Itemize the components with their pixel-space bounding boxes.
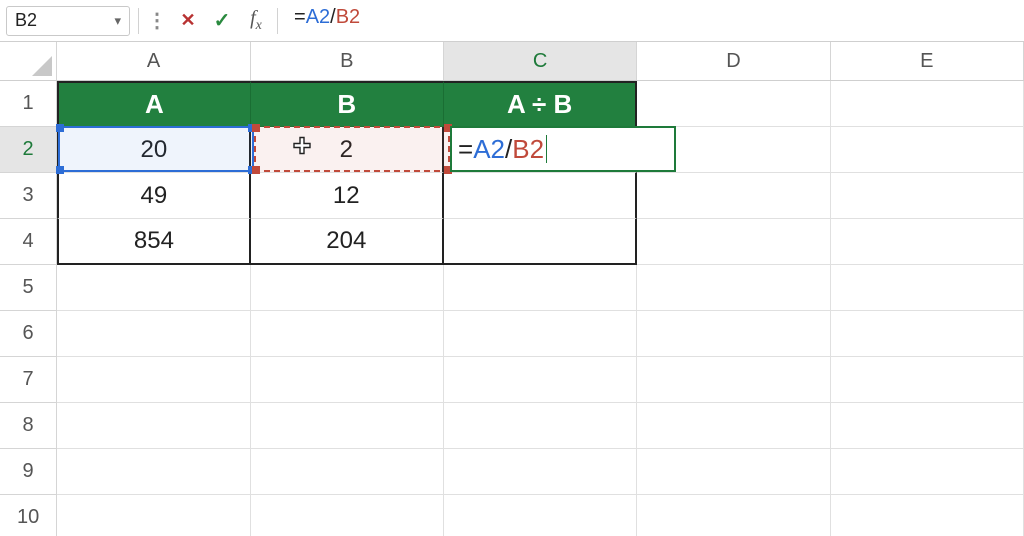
cell-B6[interactable] xyxy=(251,311,444,357)
cell-D8[interactable] xyxy=(637,403,830,449)
cell-C4[interactable] xyxy=(444,219,637,265)
cell-B2[interactable]: 2 xyxy=(251,127,444,173)
spreadsheet-grid[interactable]: A B C D E 1 A B A ÷ B 2 20 2 xyxy=(0,42,1024,536)
table-header-A[interactable]: A xyxy=(57,81,250,127)
cell-D4[interactable] xyxy=(637,219,830,265)
col-head-D[interactable]: D xyxy=(637,42,830,80)
cell-A7[interactable] xyxy=(57,357,250,403)
row-head-6[interactable]: 6 xyxy=(0,311,57,357)
cell-E8[interactable] xyxy=(831,403,1024,449)
cell-D5[interactable] xyxy=(637,265,830,311)
formula-part-eq: = xyxy=(294,6,306,28)
cell-A4[interactable]: 854 xyxy=(57,219,250,265)
edit-part-refA: A2 xyxy=(473,134,505,165)
cell-D10[interactable] xyxy=(637,495,830,536)
col-head-C[interactable]: C xyxy=(444,42,637,80)
cell-E7[interactable] xyxy=(831,357,1024,403)
cell-C6[interactable] xyxy=(444,311,637,357)
edit-part-refB: B2 xyxy=(512,134,544,165)
cell-E4[interactable] xyxy=(831,219,1024,265)
cell-E9[interactable] xyxy=(831,449,1024,495)
cell-C3[interactable] xyxy=(444,173,637,219)
cell-A6[interactable] xyxy=(57,311,250,357)
cell-D1[interactable] xyxy=(637,81,830,127)
select-all-corner[interactable] xyxy=(0,42,57,80)
cell-C10[interactable] xyxy=(444,495,637,536)
cell-E3[interactable] xyxy=(831,173,1024,219)
row-head-7[interactable]: 7 xyxy=(0,357,57,403)
text-caret xyxy=(546,135,547,163)
row: 7 xyxy=(0,357,1024,403)
cell-A2[interactable]: 20 xyxy=(57,127,250,173)
row-head-9[interactable]: 9 xyxy=(0,449,57,495)
cell-B10[interactable] xyxy=(251,495,444,536)
cell-C8[interactable] xyxy=(444,403,637,449)
divider xyxy=(138,8,139,34)
row: 9 xyxy=(0,449,1024,495)
row-head-3[interactable]: 3 xyxy=(0,173,57,219)
edit-part-eq: = xyxy=(458,134,473,165)
row-head-4[interactable]: 4 xyxy=(0,219,57,265)
cell-cursor-icon xyxy=(291,135,313,164)
cell-C7[interactable] xyxy=(444,357,637,403)
name-box-value: B2 xyxy=(15,10,37,31)
cell-E6[interactable] xyxy=(831,311,1024,357)
cell-B5[interactable] xyxy=(251,265,444,311)
row: 4 854 204 xyxy=(0,219,1024,265)
formula-part-refA: A2 xyxy=(306,6,330,28)
cell-E5[interactable] xyxy=(831,265,1024,311)
confirm-button[interactable]: ✓ xyxy=(209,8,235,34)
cell-D7[interactable] xyxy=(637,357,830,403)
cell-D3[interactable] xyxy=(637,173,830,219)
divider xyxy=(277,8,278,34)
cell-E10[interactable] xyxy=(831,495,1024,536)
row: 1 A B A ÷ B xyxy=(0,81,1024,127)
cell-E1[interactable] xyxy=(831,81,1024,127)
cell-D9[interactable] xyxy=(637,449,830,495)
row-head-2[interactable]: 2 xyxy=(0,127,57,173)
editing-cell-C2[interactable]: =A2/B2 xyxy=(450,126,676,172)
col-head-A[interactable]: A xyxy=(57,42,250,80)
row: 6 xyxy=(0,311,1024,357)
row-head-8[interactable]: 8 xyxy=(0,403,57,449)
fx-icon[interactable]: fx xyxy=(243,8,269,34)
table-header-C[interactable]: A ÷ B xyxy=(444,81,637,127)
formula-bar: B2 ▾ ⋮ ✕ ✓ fx =A2/B2 xyxy=(0,0,1024,42)
formula-input[interactable]: =A2/B2 xyxy=(286,6,1018,36)
cell-A8[interactable] xyxy=(57,403,250,449)
column-header-row: A B C D E xyxy=(0,42,1024,81)
edit-part-sep: / xyxy=(505,134,512,165)
row-head-1[interactable]: 1 xyxy=(0,81,57,127)
cell-E2[interactable] xyxy=(831,127,1024,173)
col-head-E[interactable]: E xyxy=(831,42,1024,80)
name-box[interactable]: B2 ▾ xyxy=(6,6,130,36)
cell-B9[interactable] xyxy=(251,449,444,495)
col-head-B[interactable]: B xyxy=(251,42,444,80)
cell-B4[interactable]: 204 xyxy=(251,219,444,265)
cell-C9[interactable] xyxy=(444,449,637,495)
row: 10 xyxy=(0,495,1024,536)
more-icon[interactable]: ⋮ xyxy=(147,8,167,33)
cell-A10[interactable] xyxy=(57,495,250,536)
row: 5 xyxy=(0,265,1024,311)
cell-A9[interactable] xyxy=(57,449,250,495)
cell-B3[interactable]: 12 xyxy=(251,173,444,219)
formula-part-refB: B2 xyxy=(336,6,360,28)
cell-C5[interactable] xyxy=(444,265,637,311)
row: 8 xyxy=(0,403,1024,449)
chevron-down-icon[interactable]: ▾ xyxy=(114,13,121,29)
row: 3 49 12 xyxy=(0,173,1024,219)
row-head-10[interactable]: 10 xyxy=(0,495,57,536)
cell-A3[interactable]: 49 xyxy=(57,173,250,219)
cell-D6[interactable] xyxy=(637,311,830,357)
cell-B8[interactable] xyxy=(251,403,444,449)
cell-B7[interactable] xyxy=(251,357,444,403)
table-header-B[interactable]: B xyxy=(251,81,444,127)
cancel-button[interactable]: ✕ xyxy=(175,8,201,34)
cell-A5[interactable] xyxy=(57,265,250,311)
row-head-5[interactable]: 5 xyxy=(0,265,57,311)
